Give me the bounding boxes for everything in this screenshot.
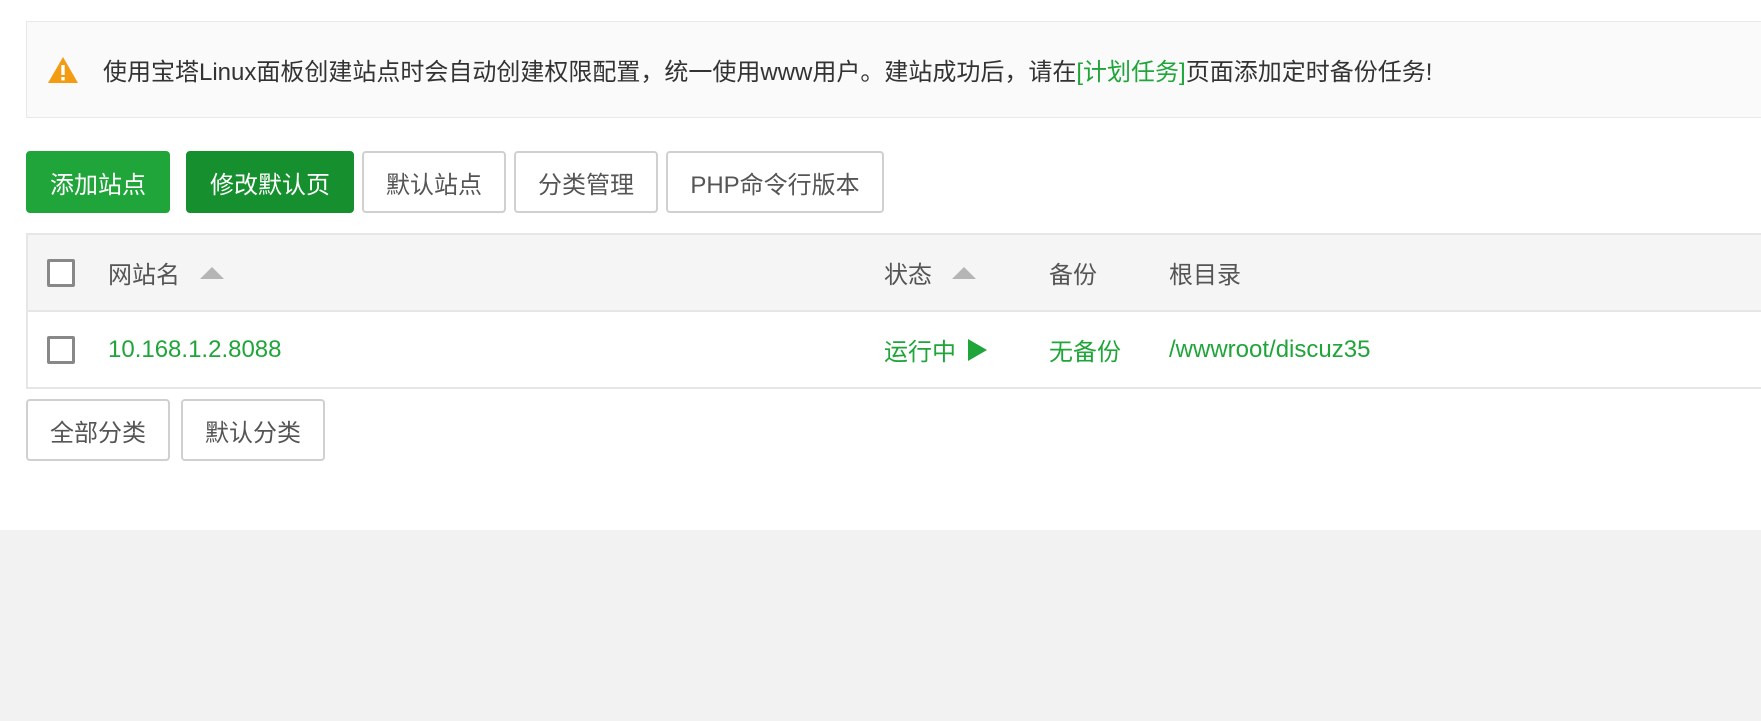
header-site-name: 网站名 — [108, 255, 224, 290]
header-backup: 备份 — [1049, 255, 1097, 290]
site-root-dir-link[interactable]: /wwwroot/discuz35 — [1169, 336, 1370, 364]
notice-text: 使用宝塔Linux面板创建站点时会自动创建权限配置，统一使用www用户。建站成功… — [103, 52, 1432, 87]
toolbar: 添加站点 修改默认页 默认站点 分类管理 PHP命令行版本 — [26, 151, 884, 213]
row-checkbox[interactable] — [47, 335, 75, 364]
header-site-name-label: 网站名 — [108, 262, 180, 289]
add-site-button[interactable]: 添加站点 — [26, 151, 170, 213]
header-status-label: 状态 — [884, 262, 932, 289]
header-root-dir-label: 根目录 — [1169, 262, 1241, 289]
site-name-link[interactable]: 10.168.1.2.8088 — [108, 336, 282, 364]
notice-bar: 使用宝塔Linux面板创建站点时会自动创建权限配置，统一使用www用户。建站成功… — [26, 21, 1761, 118]
notice-text-after: 页面添加定时备份任务! — [1185, 59, 1433, 86]
site-status-label: 运行中 — [884, 339, 956, 366]
header-backup-label: 备份 — [1049, 262, 1097, 289]
notice-text-before: 使用宝塔Linux面板创建站点时会自动创建权限配置，统一使用www用户。建站成功… — [103, 59, 1077, 86]
sort-up-icon[interactable] — [952, 266, 976, 279]
site-status-toggle[interactable]: 运行中 — [884, 332, 987, 367]
category-filter: 全部分类 默认分类 — [26, 399, 325, 461]
cron-task-link[interactable]: [计划任务] — [1076, 59, 1185, 86]
header-status: 状态 — [884, 255, 976, 290]
edit-default-page-button[interactable]: 修改默认页 — [186, 151, 354, 213]
php-cli-version-button[interactable]: PHP命令行版本 — [666, 151, 884, 213]
main-panel: 使用宝塔Linux面板创建站点时会自动创建权限配置，统一使用www用户。建站成功… — [0, 0, 1761, 530]
play-icon — [968, 338, 987, 361]
table-row: 10.168.1.2.8088 运行中 无备份 /wwwroot/discuz3… — [28, 312, 1761, 387]
category-all-button[interactable]: 全部分类 — [26, 399, 170, 461]
category-default-button[interactable]: 默认分类 — [181, 399, 325, 461]
table-header-row: 网站名 状态 备份 根目录 — [28, 235, 1761, 312]
header-root-dir: 根目录 — [1169, 255, 1241, 290]
site-table: 网站名 状态 备份 根目录 10.168.1.2.8088 运行中 无备份 /w… — [26, 233, 1761, 389]
select-all-checkbox[interactable] — [47, 258, 75, 287]
site-backup-link[interactable]: 无备份 — [1049, 332, 1121, 367]
warning-triangle-icon — [48, 56, 78, 83]
category-manage-button[interactable]: 分类管理 — [514, 151, 658, 213]
default-site-button[interactable]: 默认站点 — [362, 151, 506, 213]
sort-up-icon[interactable] — [200, 266, 224, 279]
